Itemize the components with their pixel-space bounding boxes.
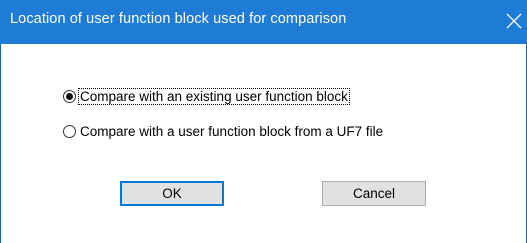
close-icon	[506, 13, 522, 29]
dialog-title: Location of user function block used for…	[10, 11, 347, 27]
radio-uf7-file[interactable]: Compare with a user function block from …	[63, 121, 384, 141]
radio-button-unchecked[interactable]	[63, 124, 76, 138]
ok-button[interactable]: OK	[120, 181, 224, 206]
radio-existing-block-label[interactable]: Compare with an existing user function b…	[78, 87, 350, 105]
radio-uf7-file-label[interactable]: Compare with a user function block from …	[79, 124, 384, 139]
radio-button-checked[interactable]	[63, 89, 76, 103]
dialog-window: Location of user function block used for…	[0, 0, 527, 243]
radio-existing-block[interactable]: Compare with an existing user function b…	[63, 86, 350, 106]
dialog-body: Compare with an existing user function b…	[1, 44, 526, 243]
close-button[interactable]	[503, 9, 525, 33]
cancel-button[interactable]: Cancel	[322, 181, 426, 206]
title-bar[interactable]: Location of user function block used for…	[0, 0, 527, 44]
